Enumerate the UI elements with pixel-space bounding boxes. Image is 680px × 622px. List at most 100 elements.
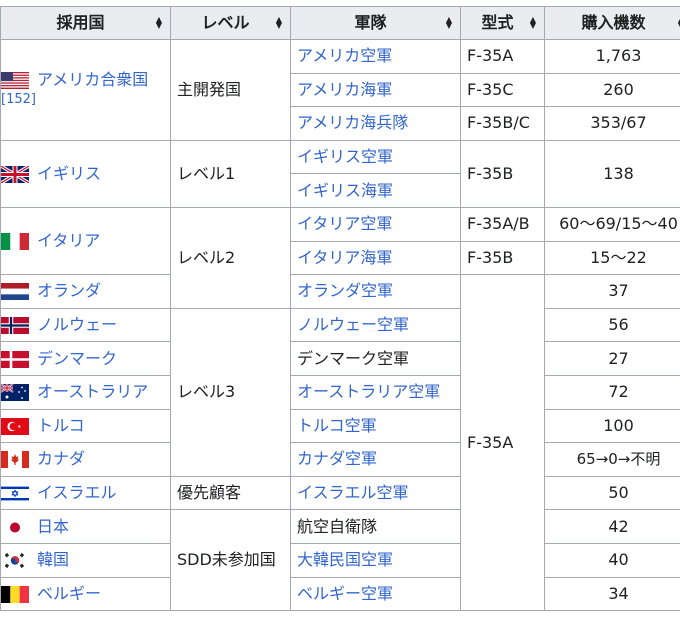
force-link[interactable]: オランダ空軍	[297, 281, 393, 300]
uk-flag-icon	[1, 165, 29, 183]
country-cell: カナダ	[0, 442, 171, 477]
canada-flag-icon	[1, 451, 29, 469]
denmark-flag-icon	[1, 350, 29, 368]
force-link[interactable]: ベルギー空軍	[297, 584, 393, 603]
force-link[interactable]: ノルウェー空軍	[297, 315, 409, 334]
table-row: トルコ トルコ空軍 100	[0, 408, 680, 444]
force-cell: オランダ空軍	[290, 274, 461, 309]
citation-link[interactable]: [152]	[2, 91, 165, 109]
country-link[interactable]: ノルウェー	[37, 315, 117, 334]
italy-flag-icon	[1, 233, 29, 251]
force-cell: アメリカ海兵隊	[290, 106, 461, 141]
sort-arrows-icon[interactable]: ▲▼	[276, 16, 282, 30]
israel-flag-icon	[1, 485, 29, 503]
country-link[interactable]: カナダ	[37, 449, 85, 468]
country-cell: 韓国	[0, 542, 171, 578]
table-row: オランダ オランダ空軍 F-35A 37	[0, 274, 680, 612]
quantity-cell: 50	[544, 475, 680, 511]
force-cell: イギリス海軍	[290, 173, 461, 208]
force-link[interactable]: イギリス空軍	[297, 147, 393, 166]
country-cell: ノルウェー	[0, 307, 171, 343]
country-link[interactable]: オーストラリア	[37, 382, 148, 401]
country-cell: イタリア	[0, 206, 171, 276]
table-row: 日本 SDD未参加国 航空自衛隊 42	[0, 509, 680, 612]
header-force[interactable]: 軍隊 ▲ ▼	[290, 6, 461, 40]
quantity-cell: 15〜22	[544, 240, 680, 276]
header-label: 軍隊	[354, 13, 387, 32]
sort-arrows-icon[interactable]: ▲▼	[156, 16, 162, 30]
force-link[interactable]: アメリカ海軍	[297, 80, 392, 99]
level-cell: 優先顧客	[170, 475, 291, 511]
force-cell: デンマーク空軍	[290, 341, 461, 376]
japan-flag-icon	[1, 518, 29, 536]
force-link[interactable]: オーストラリア空軍	[297, 382, 440, 401]
header-label: 購入機数	[581, 13, 646, 32]
quantity-cell: 1,763	[544, 39, 680, 74]
quantity-cell: 100	[544, 408, 680, 444]
country-link[interactable]: イタリア	[37, 231, 100, 250]
country-link[interactable]: トルコ	[37, 416, 85, 435]
country-link[interactable]: 日本	[37, 517, 69, 536]
norway-flag-icon	[1, 317, 29, 335]
table-row: イスラエル 優先顧客 イスラエル空軍 50	[0, 475, 680, 511]
force-link[interactable]: アメリカ海兵隊	[297, 113, 408, 132]
force-link[interactable]: イスラエル空軍	[297, 483, 409, 502]
quantity-cell: 34	[544, 576, 680, 612]
header-model[interactable]: 型式 ▲ ▼	[460, 6, 545, 40]
force-link[interactable]: イギリス海軍	[297, 181, 393, 200]
level-cell: 主開発国	[170, 39, 291, 141]
level-cell: レベル2	[170, 206, 291, 309]
quantity-cell: 37	[544, 274, 680, 309]
korea-flag-icon	[1, 552, 29, 570]
header-label: レベル	[201, 13, 250, 32]
header-country[interactable]: 採用国 ▲ ▼	[0, 6, 171, 40]
model-cell: F-35A/B	[460, 206, 545, 242]
country-cell: オーストラリア	[0, 374, 171, 410]
country-link[interactable]: イギリス	[37, 164, 101, 183]
header-level[interactable]: レベル ▲ ▼	[170, 6, 291, 40]
sort-arrows-icon[interactable]: ▲▼	[530, 16, 536, 30]
country-link[interactable]: ベルギー	[37, 584, 101, 603]
sort-arrows-icon[interactable]: ▲▼	[446, 16, 452, 30]
country-link[interactable]: デンマーク	[37, 349, 117, 368]
country-link[interactable]: アメリカ合衆国	[37, 70, 148, 89]
country-cell: イギリス	[0, 139, 171, 208]
country-cell: アメリカ合衆国 [152]	[0, 39, 171, 141]
table-row: オーストラリア オーストラリア空軍 72	[0, 374, 680, 410]
quantity-cell: 42	[544, 509, 680, 544]
force-link[interactable]: イタリア空軍	[297, 214, 392, 233]
country-cell: 日本	[0, 509, 171, 544]
force-link[interactable]: イタリア海軍	[297, 248, 392, 267]
force-link[interactable]: アメリカ空軍	[297, 46, 392, 65]
table-row: 韓国 大韓民国空軍 40	[0, 542, 680, 578]
level-cell: レベル1	[170, 139, 291, 208]
australia-flag-icon	[1, 384, 29, 402]
table-row: アメリカ合衆国 [152] 主開発国 アメリカ空軍 F-35A 1,763	[0, 39, 680, 141]
table-row: ベルギー ベルギー空軍 34	[0, 576, 680, 612]
header-label: 採用国	[56, 13, 105, 32]
force-cell: 大韓民国空軍	[290, 542, 461, 578]
quantity-cell: 353/67	[544, 106, 680, 141]
country-cell: デンマーク	[0, 341, 171, 376]
country-link[interactable]: 韓国	[37, 550, 69, 569]
country-cell: オランダ	[0, 274, 171, 309]
force-cell: アメリカ海軍	[290, 72, 461, 108]
table-header-row: 採用国 ▲▼ レベル ▲▼ 軍隊 ▲▼ 型式 ▲▼ 購入機数▲▼	[0, 6, 680, 40]
country-cell: イスラエル	[0, 475, 171, 511]
header-quantity[interactable]: 購入機数▲▼	[544, 6, 680, 40]
country-link[interactable]: イスラエル	[37, 483, 117, 502]
force-cell: ベルギー空軍	[290, 576, 461, 612]
table-row: イギリス レベル1 イギリス空軍 F-35B 138	[0, 139, 680, 208]
netherlands-flag-icon	[1, 283, 29, 301]
us-flag-icon	[1, 71, 29, 89]
quantity-cell: 72	[544, 374, 680, 410]
force-cell: イタリア海軍	[290, 240, 461, 276]
force-link[interactable]: トルコ空軍	[297, 416, 377, 435]
force-cell: カナダ空軍	[290, 442, 461, 477]
force-cell: アメリカ空軍	[290, 39, 461, 74]
force-link[interactable]: カナダ空軍	[297, 449, 377, 468]
country-link[interactable]: オランダ	[37, 281, 101, 300]
model-cell: F-35B	[460, 139, 545, 208]
table-row: カナダ カナダ空軍 65→0→不明	[0, 442, 680, 477]
force-link[interactable]: 大韓民国空軍	[297, 550, 393, 569]
